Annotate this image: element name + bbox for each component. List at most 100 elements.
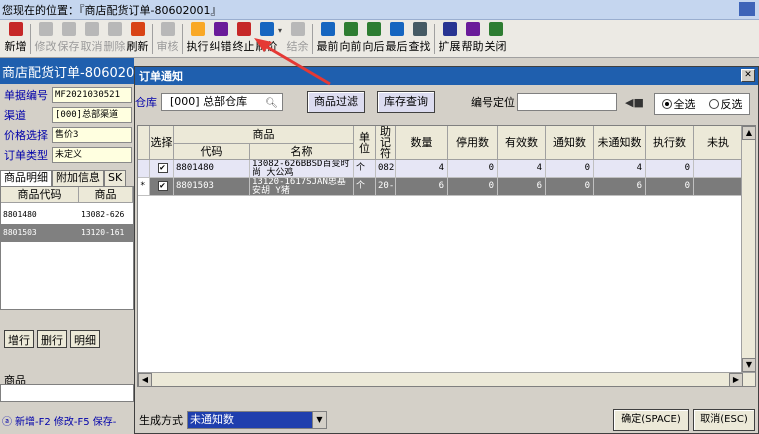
horizontal-scrollbar[interactable]: ◀ ▶ (138, 372, 755, 386)
tab-extra-info[interactable]: 附加信息 (52, 170, 104, 186)
row-notified: 0 (546, 160, 594, 178)
row-executed: 0 (646, 160, 694, 178)
chevron-down-icon[interactable]: ▼ (312, 412, 326, 428)
dropdown-arrow-icon[interactable]: ▾ (278, 20, 286, 35)
row-memo: 20-1( (376, 178, 396, 196)
stock-query-button[interactable]: 库存查询 (377, 91, 435, 113)
toolbar-button-13[interactable]: 向前 (339, 20, 362, 56)
order-type-field[interactable]: 未定义 (52, 147, 132, 163)
toolbar-button-8[interactable]: 纠错 (209, 20, 232, 56)
balance-icon (290, 22, 305, 36)
field-doc-number: 单据编号 MF2021030521 (0, 86, 132, 104)
toolbar-separator (30, 24, 31, 54)
channel-field[interactable]: [000]总部渠道 (52, 107, 132, 123)
toolbar-button-16[interactable]: 查找 (408, 20, 431, 56)
toolbar-button-7[interactable]: 执行 (186, 20, 209, 56)
row-checkbox[interactable]: ✔ (157, 181, 168, 191)
vertical-scrollbar[interactable]: ▲ ▼ (741, 126, 755, 372)
doc-number-label: 单据编号 (4, 89, 48, 102)
scroll-left-icon[interactable]: ◀ (138, 373, 152, 386)
price-field[interactable]: 售价3 (52, 127, 132, 143)
toolbar-button-4[interactable]: 删除 (103, 20, 126, 56)
table-row[interactable]: 8801480 13082-626 (1, 206, 133, 224)
tab-goods-detail[interactable]: 商品明细 (0, 170, 52, 186)
audit-icon (160, 22, 175, 36)
warehouse-field[interactable]: [000] 总部仓库 🔍︎ (161, 93, 283, 111)
toolbar-button-18[interactable]: 帮助 (461, 20, 484, 56)
find-icon (412, 22, 427, 36)
select-mode-group: 全选 反选 (654, 93, 750, 115)
goods-grid-header: 商品代码 商品 (1, 187, 133, 203)
header-memo: 助记符 (376, 126, 396, 160)
window-titlebar: 您现在的位置：『商店配货订单-80602001』 (0, 0, 759, 20)
toolbar-button-15[interactable]: 最后 (385, 20, 408, 56)
detail-button[interactable]: 明细 (70, 330, 100, 348)
toolbar-button-17[interactable]: 扩展 (438, 20, 461, 56)
row-name: 13082-626BBSD百变时尚 大公鸡 (250, 160, 354, 178)
table-row[interactable]: ✔ 8801480 13082-626BBSD百变时尚 大公鸡 个 082-6 … (138, 160, 755, 178)
add-row-button[interactable]: 增行 (4, 330, 34, 348)
radio-invert[interactable]: 反选 (708, 96, 743, 112)
scroll-up-icon[interactable]: ▲ (742, 126, 755, 140)
goods-filter-button[interactable]: 商品过滤 (307, 91, 365, 113)
scroll-down-icon[interactable]: ▼ (742, 358, 755, 372)
header-unit: 单位 (354, 126, 376, 160)
toolbar-button-11[interactable]: 结余 (286, 20, 309, 56)
row-not-executed (694, 160, 743, 178)
gen-mode-select[interactable]: 未通知数 ▼ (187, 411, 327, 429)
radio-dot-icon (708, 99, 719, 109)
undo-icon (84, 22, 99, 36)
main-toolbar: 新增 修改 保存 取消 删除 刷新 审核 执行 纠错 终止 刷价 ▾ 结余 最前 向前 向后 最后 查找 扩展 帮助关… (0, 20, 759, 58)
order-type-label: 订单类型 (4, 149, 48, 162)
locate-input[interactable] (517, 93, 617, 111)
toolbar-button-10[interactable]: 刷价 (255, 20, 278, 56)
table-row[interactable]: * ✔ 8801503 13120-1617SJAN思基安胡 Y猪 个 20-1… (138, 178, 755, 196)
radio-select-all[interactable]: 全选 (661, 96, 696, 112)
field-channel: 渠道 [000]总部渠道 (0, 106, 132, 124)
toolbar-button-9[interactable]: 终止 (232, 20, 255, 56)
table-row[interactable]: 8801503 13120-161 (1, 224, 133, 242)
extend-icon (442, 22, 457, 36)
doc-number-field[interactable]: MF2021030521 (52, 87, 132, 103)
locate-label: 编号定位 (471, 96, 515, 109)
locate-arrow-icon[interactable]: ◀■ (625, 96, 644, 109)
toolbar-button-5[interactable]: 刷新 (126, 20, 149, 56)
row-qty: 4 (396, 160, 448, 178)
toolbar-button-label: 新增 (4, 40, 27, 53)
toolbar-button-label: 保存 (57, 40, 80, 53)
scroll-right-icon[interactable]: ▶ (729, 373, 743, 386)
toolbar-button-6[interactable]: 审核 (156, 20, 179, 56)
tab-sku[interactable]: SK (104, 170, 127, 186)
toolbar-button-1[interactable]: 修改 (34, 20, 57, 56)
search-icon[interactable]: 🔍︎ (265, 96, 278, 112)
row-unit: 个 (354, 160, 376, 178)
channel-label: 渠道 (4, 109, 26, 122)
field-order-type: 订单类型 未定义 (0, 146, 132, 164)
toolbar-button-0[interactable]: 新增 (4, 20, 27, 56)
toolbar-button-label: 纠错 (209, 40, 232, 53)
row-not-executed (694, 178, 743, 196)
cancel-button[interactable]: 取消(ESC) (693, 409, 755, 431)
row-name: 13120-161 (81, 228, 125, 237)
row-stopped: 0 (448, 160, 498, 178)
header-goods-code: 商品代码 (1, 187, 79, 202)
row-code: 8801503 (3, 228, 37, 237)
row-checkbox[interactable]: ✔ (157, 163, 168, 173)
toolbar-button-2[interactable]: 保存 (57, 20, 80, 56)
toolbar-button-label: 取消 (80, 40, 103, 53)
row-executed: 0 (646, 178, 694, 196)
confirm-button[interactable]: 确定(SPACE) (613, 409, 689, 431)
close-icon (488, 22, 503, 36)
notice-grid: 选择 商品 代码 名称 单位 助记符 数量 停用数 有效数 通知数 未通知数 执… (137, 125, 756, 387)
toolbar-button-19[interactable]: 关闭 (484, 20, 507, 56)
toolbar-button-14[interactable]: 向后 (362, 20, 385, 56)
last-icon (389, 22, 404, 36)
toolbar-separator (434, 24, 435, 54)
toolbar-button-label: 关闭 (484, 40, 507, 53)
row-memo: 082-6 (376, 160, 396, 178)
delete-row-button[interactable]: 删行 (37, 330, 67, 348)
toolbar-button-12[interactable]: 最前 (316, 20, 339, 56)
toolbar-button-3[interactable]: 取消 (80, 20, 103, 56)
dialog-close-button[interactable]: ✕ (741, 69, 755, 82)
toolbar-button-label: 终止 (232, 40, 255, 53)
